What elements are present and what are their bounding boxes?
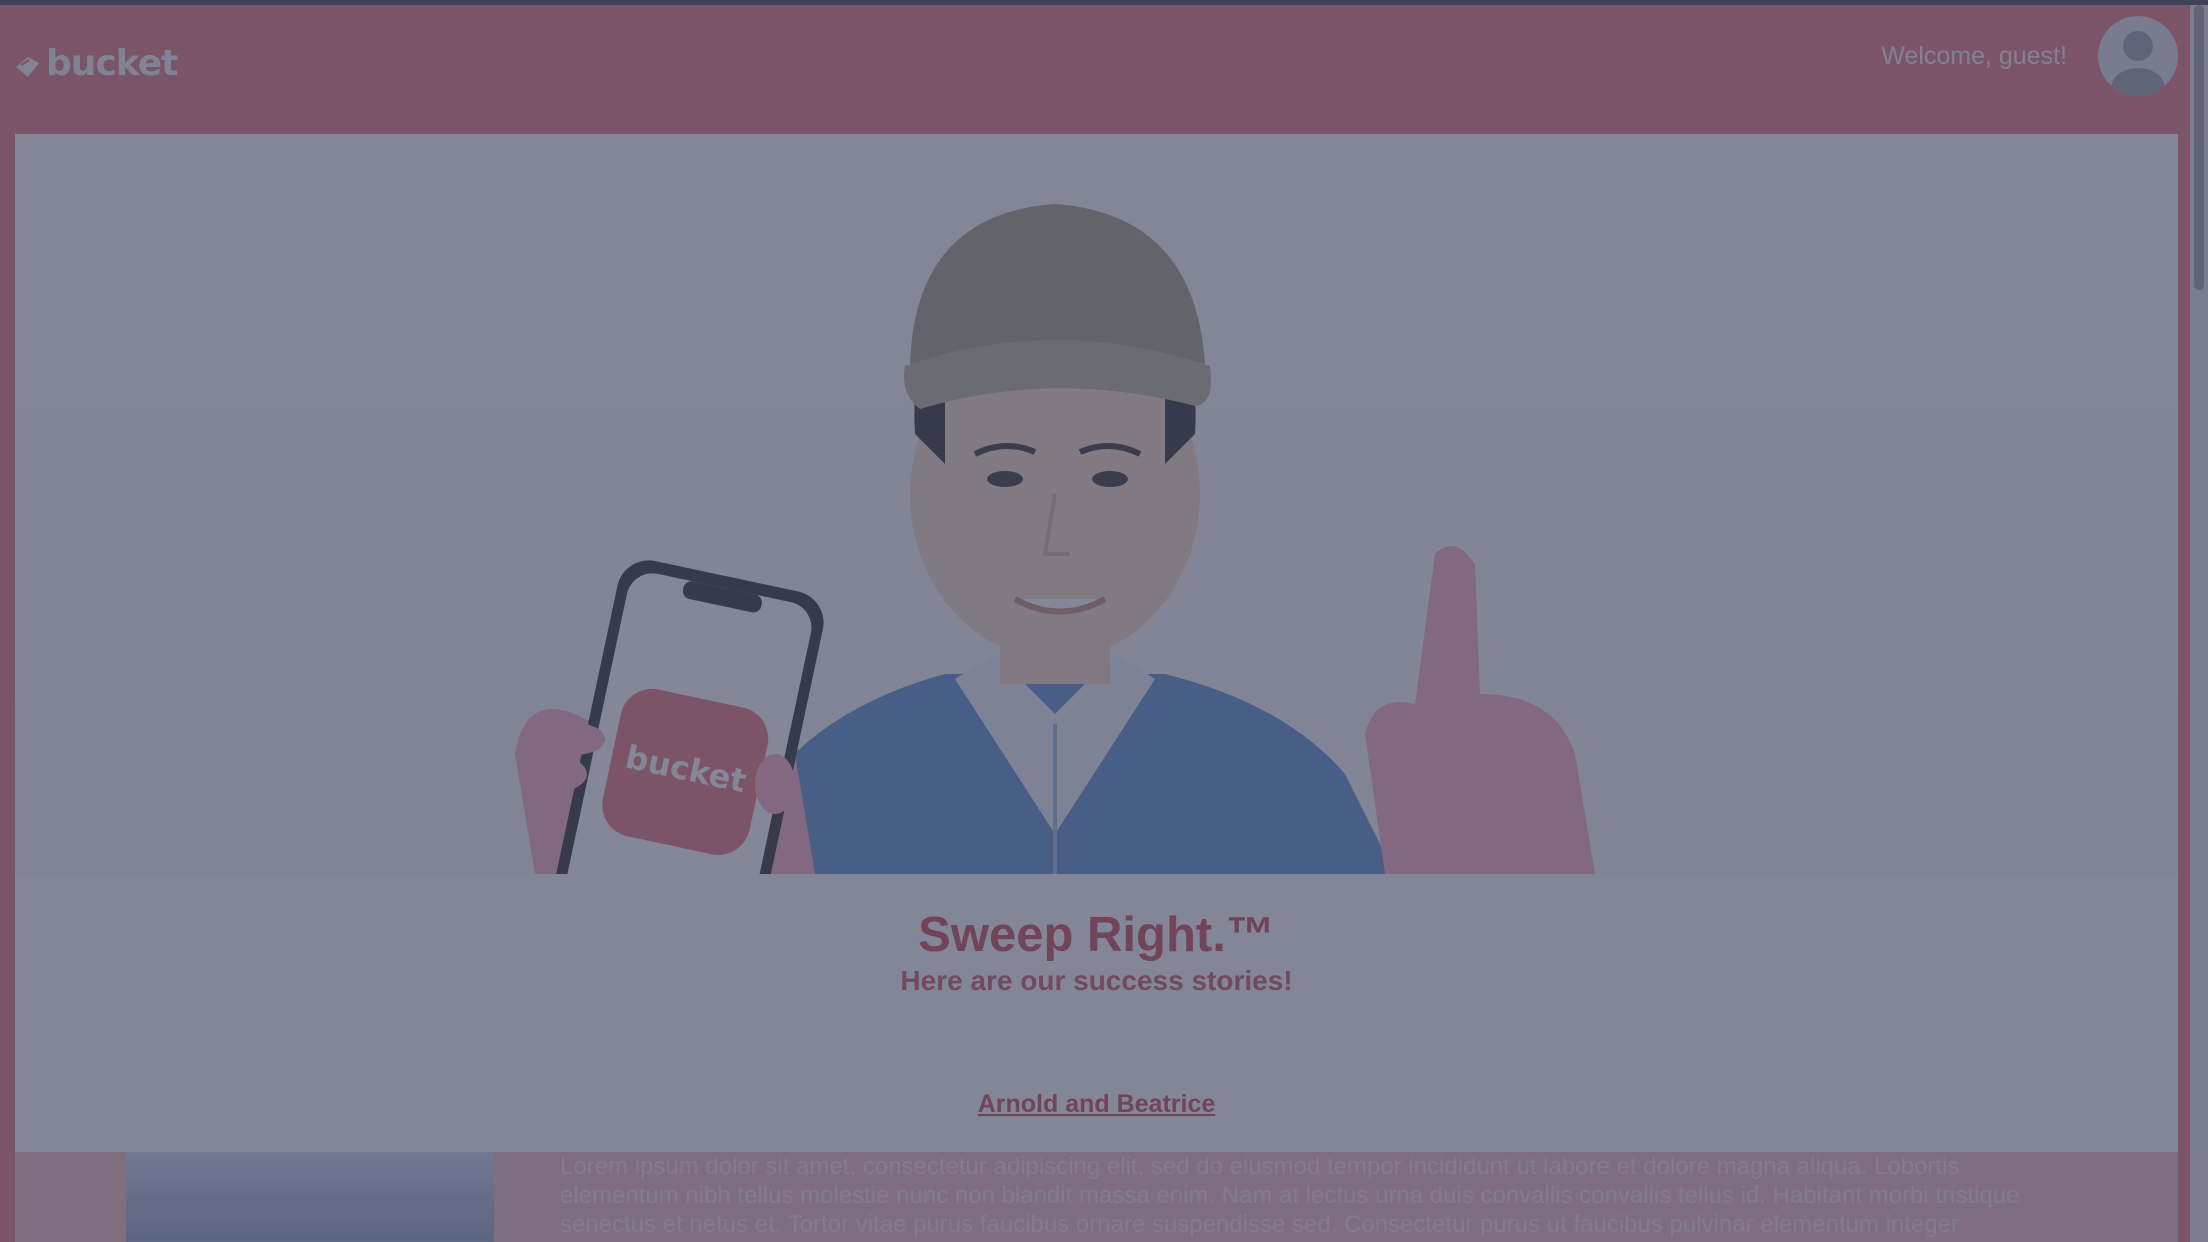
thumbs-up-glove bbox=[1365, 546, 1595, 874]
hero-image: bucket bbox=[15, 134, 2178, 874]
cap-shape bbox=[910, 204, 1205, 364]
page-scrollbar[interactable] bbox=[2190, 5, 2208, 1242]
story-thumbnail[interactable] bbox=[126, 1152, 494, 1242]
site-header: bucket Welcome, guest! bbox=[0, 5, 2190, 133]
story-row: Lorem ipsum dolor sit amet, consectetur … bbox=[15, 1152, 2178, 1242]
banner-title: Sweep Right.™ bbox=[918, 908, 1275, 962]
story-text: Lorem ipsum dolor sit amet, consectetur … bbox=[560, 1153, 2020, 1238]
user-avatar-icon[interactable] bbox=[2098, 16, 2178, 96]
welcome-message: Welcome, guest! bbox=[1881, 42, 2067, 70]
banner-subtitle: Here are our success stories! bbox=[900, 965, 1293, 996]
scrollbar-thumb[interactable] bbox=[2194, 5, 2204, 290]
content-card: bucket bbox=[15, 134, 2178, 1242]
bucket-logo-icon bbox=[12, 49, 42, 79]
brand-logo-text: bucket bbox=[46, 43, 178, 84]
brand-logo[interactable]: bucket bbox=[12, 43, 178, 84]
story-title-link[interactable]: Arnold and Beatrice bbox=[15, 1090, 2178, 1119]
